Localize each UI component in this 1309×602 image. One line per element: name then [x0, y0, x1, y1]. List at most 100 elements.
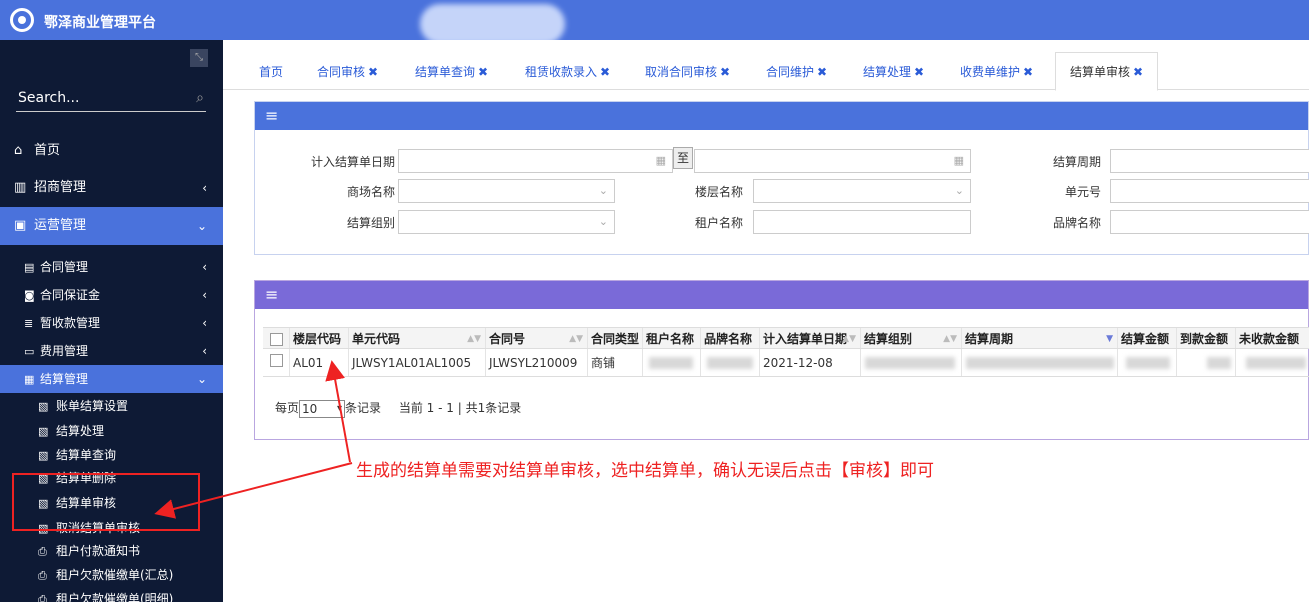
- sidebar-item-home[interactable]: ⌂ 首页: [0, 132, 223, 170]
- close-icon[interactable]: ✖: [720, 65, 730, 79]
- close-icon[interactable]: ✖: [600, 65, 610, 79]
- close-icon[interactable]: ✖: [1023, 65, 1033, 79]
- cell-date: 2021-12-08: [760, 349, 861, 376]
- close-icon[interactable]: ✖: [817, 65, 827, 79]
- sidebar-leaf-label: 账单结算设置: [56, 399, 129, 413]
- col-brand[interactable]: 品牌名称: [701, 328, 760, 348]
- col-group[interactable]: 结算组别 ▲▼: [861, 328, 962, 348]
- mall-label: 商场名称: [346, 185, 395, 199]
- tab-contract-audit[interactable]: 合同审核 ✖: [317, 54, 378, 90]
- annotation-highlight-box: [12, 473, 200, 531]
- sidebar-sub-fees[interactable]: ▭ 费用管理 ‹: [0, 337, 223, 365]
- sidebar-leaf-arrears-detail[interactable]: ⎙ 租户欠款催缴单(明细): [0, 587, 223, 602]
- grid-icon: ▦: [24, 373, 35, 386]
- doc-icon: ▧: [38, 400, 49, 413]
- tab-settlement-process[interactable]: 结算处理 ✖: [863, 54, 924, 90]
- checkbox[interactable]: [269, 354, 283, 367]
- tab-label: 收费单维护: [960, 65, 1021, 79]
- brand-field[interactable]: [1110, 210, 1309, 234]
- select-all-checkbox[interactable]: [263, 328, 290, 348]
- sidebar-sub-label: 暂收款管理: [40, 316, 101, 330]
- tab-settlement-query[interactable]: 结算单查询 ✖: [415, 54, 488, 90]
- sidebar-item-label: 招商管理: [34, 180, 87, 195]
- col-contract-no[interactable]: 合同号 ▲▼: [486, 328, 588, 348]
- col-label: 结算金额: [1121, 332, 1170, 346]
- tab-settlement-audit[interactable]: 结算单审核 ✖: [1055, 52, 1159, 91]
- col-period[interactable]: 结算周期 ▼: [962, 328, 1118, 348]
- chevron-down-icon: ⌄: [196, 219, 207, 233]
- collapse-sidebar-icon[interactable]: ⤡: [190, 49, 208, 67]
- date-to-field[interactable]: ▦: [694, 149, 971, 173]
- sidebar-sub-settlement[interactable]: ▦ 结算管理 ⌄: [0, 365, 223, 393]
- cell-floor-code: AL01: [290, 349, 349, 376]
- row-checkbox[interactable]: [263, 349, 290, 376]
- col-contract-type[interactable]: 合同类型: [588, 328, 643, 348]
- logo-icon: [10, 8, 34, 32]
- calendar-icon[interactable]: ▦: [954, 154, 964, 167]
- menu-icon[interactable]: ≡: [255, 281, 1308, 309]
- floor-select[interactable]: ⌄: [753, 179, 971, 203]
- sidebar-item-label: 运营管理: [34, 218, 87, 233]
- close-icon[interactable]: ✖: [368, 65, 378, 79]
- tab-label: 结算单审核: [1070, 65, 1131, 79]
- period-field[interactable]: [1110, 149, 1309, 173]
- cell-contract-no: JLWSYL210009: [486, 349, 588, 376]
- col-unreceived[interactable]: 未收款金额: [1236, 328, 1309, 348]
- date-from-field[interactable]: ▦: [398, 149, 673, 173]
- close-icon[interactable]: ✖: [478, 65, 488, 79]
- chevron-left-icon: ‹: [202, 316, 207, 330]
- sidebar-sub-deposit[interactable]: ◙ 合同保证金 ‹: [0, 281, 223, 309]
- col-unit-code[interactable]: 单元代码 ▲▼: [349, 328, 486, 348]
- close-icon[interactable]: ✖: [1133, 65, 1143, 79]
- sort-icon[interactable]: ▲▼: [467, 328, 481, 348]
- tab-rent-receipt[interactable]: 租赁收款录入 ✖: [525, 54, 610, 90]
- print-icon: ⎙: [38, 569, 47, 582]
- close-icon[interactable]: ✖: [914, 65, 924, 79]
- home-icon: ⌂: [14, 143, 23, 158]
- page-size-select[interactable]: 10 ▾: [299, 399, 346, 418]
- search-icon[interactable]: ⌕: [196, 90, 204, 106]
- group-select[interactable]: ⌄: [398, 210, 615, 234]
- sidebar-sub-temp-receipt[interactable]: ≣ 暂收款管理 ‹: [0, 309, 223, 337]
- col-received[interactable]: 到款金额: [1177, 328, 1236, 348]
- tab-label: 首页: [259, 65, 284, 79]
- sidebar-sub-label: 合同管理: [40, 260, 89, 274]
- cell-received-blurred: [1177, 349, 1236, 376]
- col-floor-code[interactable]: 楼层代码: [290, 328, 349, 348]
- col-amount[interactable]: 结算金额: [1118, 328, 1177, 348]
- col-date[interactable]: 计入结算单日期 ▲▼: [760, 328, 861, 348]
- operations-icon: ▣: [14, 218, 27, 233]
- sidebar-leaf-label: 租户欠款催缴单(明细): [56, 592, 174, 602]
- tab-fee-maintain[interactable]: 收费单维护 ✖: [960, 54, 1033, 90]
- sort-desc-icon[interactable]: ▼: [1106, 328, 1113, 348]
- checkbox[interactable]: [269, 333, 283, 346]
- sidebar-leaf-settlement-process[interactable]: ▧ 结算处理: [0, 419, 223, 443]
- sidebar-leaf-arrears-summary[interactable]: ⎙ 租户欠款催缴单(汇总): [0, 563, 223, 587]
- col-label: 未收款金额: [1239, 332, 1300, 346]
- table-row[interactable]: AL01 JLWSY1AL01AL1005 JLWSYL210009 商铺 20…: [263, 349, 1309, 377]
- tab-contract-maintain[interactable]: 合同维护 ✖: [766, 54, 827, 90]
- contract-icon: ▤: [24, 261, 35, 274]
- calendar-icon[interactable]: ▦: [656, 154, 666, 167]
- mall-select[interactable]: ⌄: [398, 179, 615, 203]
- sort-icon[interactable]: ▲▼: [943, 328, 957, 348]
- sort-icon[interactable]: ▲▼: [569, 328, 583, 348]
- search-input[interactable]: Search... ⌕: [16, 90, 206, 112]
- tenant-field[interactable]: [753, 210, 971, 234]
- col-tenant[interactable]: 租户名称: [643, 328, 701, 348]
- cell-amount-blurred: [1118, 349, 1177, 376]
- menu-icon[interactable]: ≡: [255, 102, 1308, 130]
- sidebar-item-operations[interactable]: ▣ 运营管理 ⌄: [0, 207, 223, 245]
- sidebar-sub-contract[interactable]: ▤ 合同管理 ‹: [0, 253, 223, 281]
- sidebar-leaf-billing-setup[interactable]: ▧ 账单结算设置: [0, 394, 223, 418]
- sidebar-leaf-settlement-query[interactable]: ▧ 结算单查询: [0, 443, 223, 467]
- unit-field[interactable]: [1110, 179, 1309, 203]
- tab-cancel-contract-audit[interactable]: 取消合同审核 ✖: [645, 54, 730, 90]
- col-label: 到款金额: [1180, 332, 1229, 346]
- sidebar-leaf-payment-notice[interactable]: ⎙ 租户付款通知书: [0, 539, 223, 563]
- blurred-region: [420, 4, 565, 44]
- tab-home[interactable]: 首页: [259, 54, 283, 90]
- sidebar-item-leasing[interactable]: ▥ 招商管理 ‹: [0, 169, 223, 207]
- tab-label: 租赁收款录入: [525, 65, 598, 79]
- sort-icon[interactable]: ▲▼: [842, 328, 856, 348]
